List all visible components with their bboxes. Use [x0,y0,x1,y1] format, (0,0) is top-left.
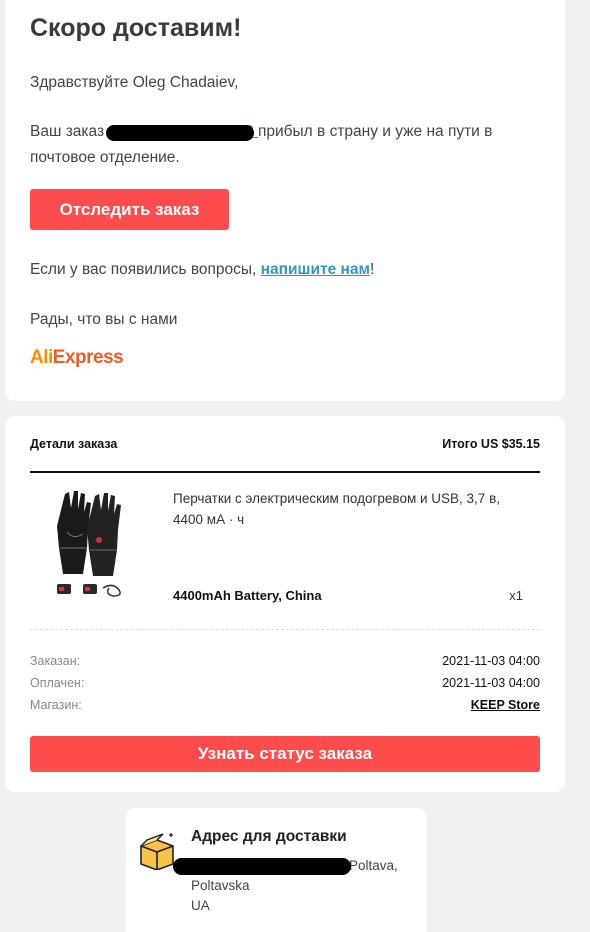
order-status-button[interactable]: Узнать статус заказа [30,736,540,772]
question-text: Если у вас появились вопросы, напишите н… [30,261,375,278]
address-line-2: Poltavska [191,878,250,893]
order-status-text: Ваш заказ 52 прибыл в страну и уже на пу… [30,119,530,171]
address-line-3: UA [191,898,210,913]
ordered-value: 2021-11-03 04:00 [442,654,540,668]
product-variant: 4400mAh Battery, China [173,588,322,603]
product-name-link[interactable]: Перчатки с электрическим подогревом и US… [173,488,533,530]
paid-label: Оплачен: [30,676,85,690]
divider [30,471,540,473]
page-title: Скоро доставим! [30,14,242,42]
delivery-address-card: Адрес для доставки Poltava, Poltavska UA [126,808,427,932]
address-lines: Poltava, Poltavska UA [173,856,421,916]
greeting-text: Здравствуйте Oleg Chadaiev, [30,74,239,91]
order-details-card: Детали заказа Итого US $35.15 Перчатки с… [5,416,565,792]
store-label: Магазин: [30,698,82,712]
ordered-label: Заказан: [30,654,81,668]
thanks-text: Рады, что вы с нами [30,311,178,328]
product-quantity: x1 [509,588,523,603]
redaction-mark [106,125,255,141]
package-box-icon [140,833,174,870]
order-number-link[interactable]: 52 [106,123,258,141]
redaction-mark [173,858,351,875]
track-order-button[interactable]: Отследить заказ [30,189,229,230]
delivery-notice-card: Скоро доставим! Здравствуйте Oleg Chadai… [5,0,565,401]
address-line-1: Poltava, [173,856,421,876]
store-link[interactable]: KEEP Store [471,698,540,712]
order-details-title: Детали заказа [30,437,118,451]
order-total: Итого US $35.15 [442,437,540,451]
write-us-link[interactable]: напишите нам [261,261,370,278]
aliexpress-logo: AliExpress [30,347,124,368]
address-title: Адрес для доставки [191,828,347,845]
product-image[interactable] [43,488,133,606]
order-prefix: Ваш заказ [30,123,105,140]
paid-value: 2021-11-03 04:00 [442,676,540,690]
divider [30,629,540,630]
